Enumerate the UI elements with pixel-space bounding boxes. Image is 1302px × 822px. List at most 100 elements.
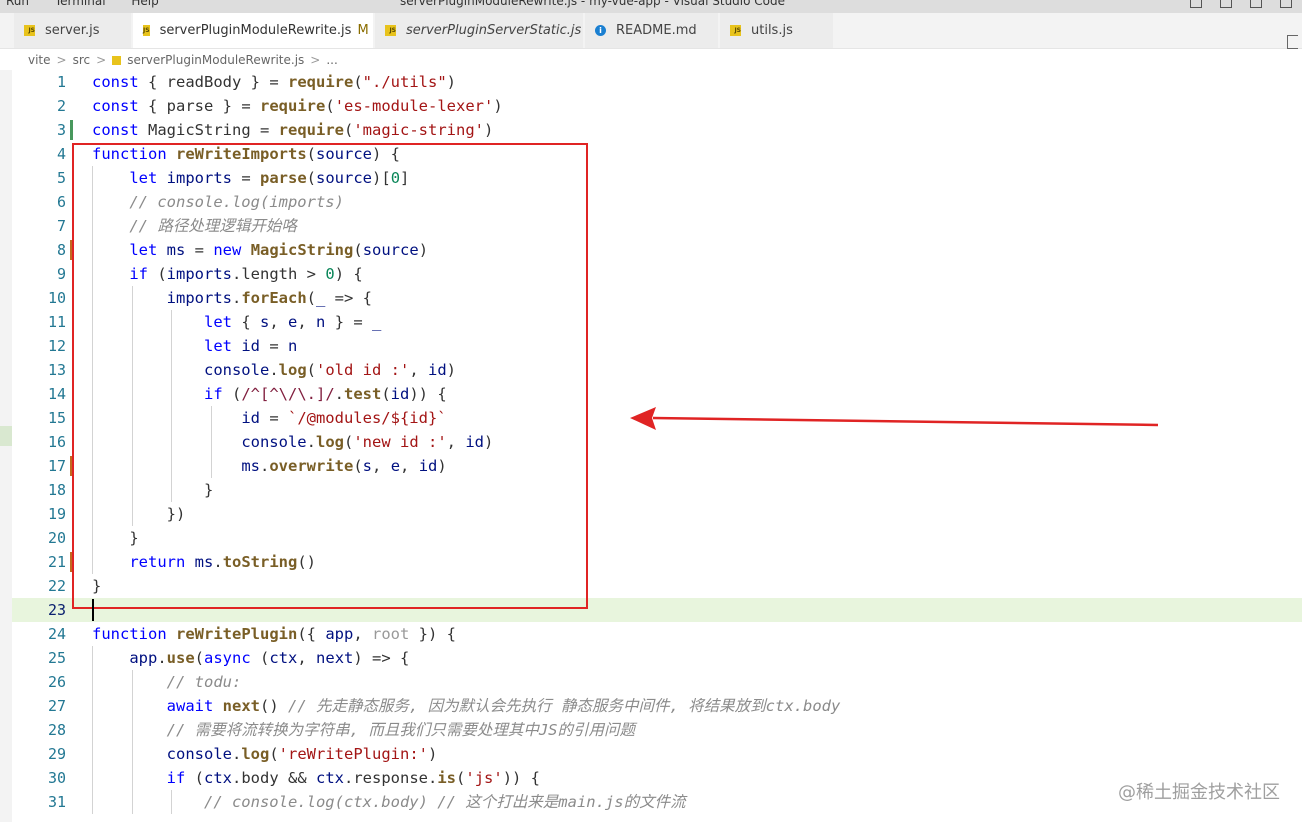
tab-server-js[interactable]: JS server.js <box>14 13 132 48</box>
line-number: 13 <box>47 361 66 379</box>
line-number: 17 <box>47 457 66 475</box>
menu-terminal[interactable]: Terminal <box>55 0 106 8</box>
code-text: if (ctx.body && ctx.response.is('js')) { <box>166 769 541 787</box>
breadcrumb-separator: > <box>310 53 321 67</box>
breadcrumb-item-vite[interactable]: vite <box>28 53 51 67</box>
menu-run[interactable]: Run <box>6 0 29 8</box>
sidebar-selection-mark <box>0 426 12 446</box>
line-number: 30 <box>47 769 66 787</box>
toggle-secondary-sidebar-icon[interactable] <box>1250 0 1262 8</box>
tab-label: server.js <box>45 23 100 38</box>
code-line[interactable]: 6 // console.log(imports) <box>12 190 1302 214</box>
code-text: } <box>92 481 214 499</box>
code-line[interactable]: 11 let { s, e, n } = _ <box>12 310 1302 334</box>
code-text: // console.log(imports) <box>129 193 344 211</box>
tab-server-plugin-server-static[interactable]: JS serverPluginServerStatic.js <box>375 13 584 48</box>
code-text: let ms = new MagicString(source) <box>129 241 429 259</box>
code-line[interactable]: 12 let id = n <box>12 334 1302 358</box>
code-line[interactable]: 13 console.log('old id :', id) <box>12 358 1302 382</box>
menu-bar: Run Terminal Help <box>6 0 181 8</box>
code-line[interactable]: 16 console.log('new id :', id) <box>12 430 1302 454</box>
code-line[interactable]: 21 return ms.toString() <box>12 550 1302 574</box>
customize-layout-icon[interactable] <box>1280 0 1292 8</box>
git-modified-marker[interactable] <box>70 552 73 572</box>
line-number: 2 <box>56 97 66 115</box>
js-file-icon: JS <box>143 25 150 36</box>
code-line[interactable]: 15 id = `/@modules/${id}` <box>12 406 1302 430</box>
git-modified-marker[interactable] <box>70 240 73 260</box>
breadcrumb-item-symbols[interactable]: ... <box>326 53 337 67</box>
line-number: 19 <box>47 505 66 523</box>
code-line[interactable]: 18 } <box>12 478 1302 502</box>
code-line[interactable]: 3 const MagicString = require('magic-stri… <box>12 118 1302 142</box>
code-line[interactable]: 7 // 路径处理逻辑开始咯 <box>12 214 1302 238</box>
code-text: let id = n <box>203 337 298 355</box>
menu-help[interactable]: Help <box>131 0 158 8</box>
line-number: 20 <box>47 529 66 547</box>
code-line[interactable]: 20 } <box>12 526 1302 550</box>
code-text: return ms.toString() <box>129 553 317 571</box>
code-line[interactable]: 4 function reWriteImports(source) { <box>12 142 1302 166</box>
line-number: 26 <box>47 673 66 691</box>
breadcrumb: vite > src > serverPluginModuleRewrite.j… <box>28 51 338 69</box>
code-line[interactable]: 1 const { readBody } = require("./utils") <box>12 70 1302 94</box>
code-line[interactable]: 9 if (imports.length > 0) { <box>12 262 1302 286</box>
code-line[interactable]: 17 ms.overwrite(s, e, id) <box>12 454 1302 478</box>
code-line[interactable]: 5 let imports = parse(source)[0] <box>12 166 1302 190</box>
editor-tab-bar: JS server.js JS serverPluginModuleRewrit… <box>0 13 1302 49</box>
tab-label: serverPluginModuleRewrite.js <box>159 23 352 38</box>
breadcrumb-item-file[interactable]: serverPluginModuleRewrite.js <box>127 53 304 67</box>
tab-readme[interactable]: i README.md <box>585 13 719 48</box>
code-text: imports.forEach(_ => { <box>166 289 373 307</box>
git-added-marker[interactable] <box>70 120 73 140</box>
sidebar-edge <box>0 70 12 822</box>
code-text: } <box>92 529 139 547</box>
window-layout-controls <box>1190 0 1292 8</box>
code-text: }) <box>92 505 186 523</box>
code-line[interactable]: 22} <box>12 574 1302 598</box>
line-number: 12 <box>47 337 66 355</box>
code-line[interactable]: 8 let ms = new MagicString(source) <box>12 238 1302 262</box>
line-number: 21 <box>47 553 66 571</box>
code-line[interactable]: 23 <box>12 598 1302 622</box>
toggle-panel-icon[interactable] <box>1220 0 1232 8</box>
tab-utils-js[interactable]: JS utils.js <box>720 13 834 48</box>
text-cursor <box>92 599 94 621</box>
code-text: ms.overwrite(s, e, id) <box>241 457 447 475</box>
code-line[interactable]: 2 const { parse } = require('es-module-le… <box>12 94 1302 118</box>
code-text: // todu: <box>166 673 242 691</box>
line-number: 1 <box>56 73 66 91</box>
code-text: } <box>92 577 102 595</box>
code-line[interactable]: 27 await next() // 先走静态服务, 因为默认会先执行 静态服务… <box>12 694 1302 718</box>
code-line[interactable]: 31 // console.log(ctx.body) // 这个打出来是mai… <box>12 790 1302 814</box>
code-text: const { parse } = require('es-module-lex… <box>92 97 503 115</box>
window-title: serverPluginModuleRewrite.js - my-vue-ap… <box>400 0 786 8</box>
code-line[interactable]: 10 imports.forEach(_ => { <box>12 286 1302 310</box>
split-editor-icon[interactable] <box>1287 35 1298 49</box>
tab-server-plugin-module-rewrite[interactable]: JS serverPluginModuleRewrite.js M ✕ <box>133 13 390 48</box>
code-line[interactable]: 19 }) <box>12 502 1302 526</box>
code-text: let imports = parse(source)[0] <box>129 169 410 187</box>
toggle-sidebar-icon[interactable] <box>1190 0 1202 8</box>
code-line[interactable]: 30 if (ctx.body && ctx.response.is('js')… <box>12 766 1302 790</box>
code-text: // 路径处理逻辑开始咯 <box>129 217 297 235</box>
tab-label: README.md <box>616 23 697 38</box>
title-bar: Run Terminal Help serverPluginModuleRewr… <box>0 0 1302 13</box>
line-number: 4 <box>56 145 66 163</box>
code-line[interactable]: 26 // todu: <box>12 670 1302 694</box>
code-line[interactable]: 29 console.log('reWritePlugin:') <box>12 742 1302 766</box>
code-text: if (imports.length > 0) { <box>129 265 363 283</box>
line-number: 6 <box>56 193 66 211</box>
breadcrumb-item-src[interactable]: src <box>73 53 91 67</box>
code-text: function reWriteImports(source) { <box>92 145 400 163</box>
code-line[interactable]: 14 if (/^[^\/\.]/.test(id)) { <box>12 382 1302 406</box>
code-line[interactable]: 24 function reWritePlugin({ app, root }) … <box>12 622 1302 646</box>
git-modified-marker[interactable] <box>70 456 73 476</box>
code-text: app.use(async (ctx, next) => { <box>129 649 410 667</box>
code-text: id = `/@modules/${id}` <box>241 409 447 427</box>
line-number: 25 <box>47 649 66 667</box>
line-number: 31 <box>47 793 66 811</box>
code-line[interactable]: 25 app.use(async (ctx, next) => { <box>12 646 1302 670</box>
code-editor[interactable]: 1 const { readBody } = require("./utils")… <box>12 70 1302 822</box>
code-line[interactable]: 28 // 需要将流转换为字符串, 而且我们只需要处理其中JS的引用问题 <box>12 718 1302 742</box>
